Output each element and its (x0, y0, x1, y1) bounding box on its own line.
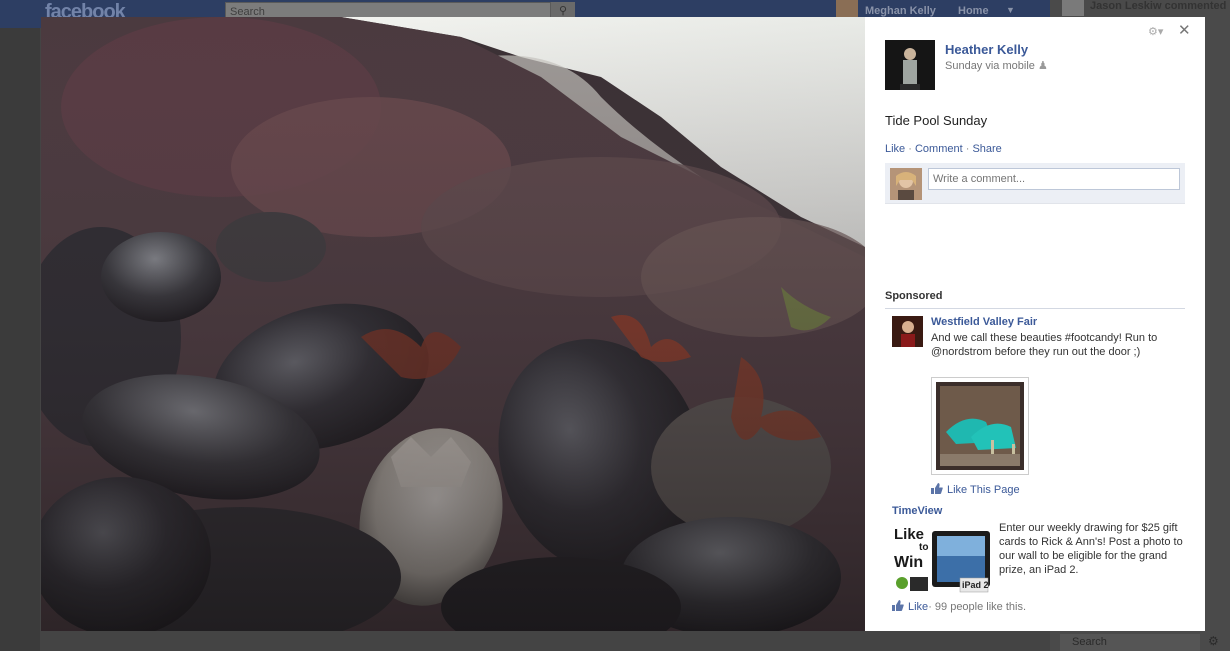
ad-like-row: Like· 99 people like this. (892, 600, 1026, 613)
close-icon[interactable]: ✕ (1178, 21, 1191, 39)
account-menu-icon[interactable]: ▼ (1006, 5, 1015, 15)
action-separator: · (905, 143, 915, 155)
post-time: Sunday via mobile (945, 60, 1035, 72)
ipad-badge: iPad 2 (962, 580, 989, 590)
ad-like-link[interactable]: Like (908, 601, 928, 613)
ad-thumbnail-image (892, 316, 923, 347)
ad-image[interactable]: iPad 2 Like to Win (892, 523, 991, 595)
thumbs-up-icon (892, 600, 904, 611)
ad-image-text: to (919, 542, 928, 553)
owner-name-link[interactable]: Heather Kelly (945, 42, 1028, 57)
shoes-image (936, 382, 1024, 470)
chat-search-input[interactable]: Search (1060, 634, 1200, 651)
ad-title-link[interactable]: Westfield Valley Fair (931, 316, 1037, 328)
photo[interactable] (41, 17, 865, 631)
like-page-link[interactable]: Like This Page (931, 483, 1020, 496)
like-page-label: Like This Page (947, 484, 1020, 496)
ad-title-link[interactable]: TimeView (892, 505, 942, 517)
ad-body: And we call these beauties #footcandy! R… (931, 332, 1158, 358)
comment-box (885, 163, 1185, 204)
ad-image[interactable] (931, 377, 1029, 475)
photo-actions: Like · Comment · Share (885, 143, 1002, 155)
chat-gear-icon[interactable]: ⚙ (1208, 634, 1219, 648)
sponsored-heading: Sponsored (885, 290, 943, 302)
owner-avatar-image (885, 40, 935, 90)
friends-icon: ♟ (1037, 60, 1048, 72)
post-meta: Sunday via mobile ♟ (945, 59, 1048, 72)
ad-image-text: Win (894, 554, 923, 571)
photo-viewer: ⚙▾ ✕ Heather Kelly Sunday via mobile ♟ T… (41, 17, 1205, 631)
ad-body: Enter our weekly drawing for $25 gift ca… (999, 522, 1183, 576)
ad-like-count: · 99 people like this. (928, 601, 1027, 613)
ipad-contest-image: iPad 2 Like to Win (892, 523, 991, 595)
comment-link[interactable]: Comment (915, 143, 963, 155)
ad-image-text: Like (894, 526, 924, 543)
like-link[interactable]: Like (885, 143, 905, 155)
photo-caption: Tide Pool Sunday (885, 113, 988, 128)
share-link[interactable]: Share (972, 143, 1001, 155)
commenter-avatar-image (890, 168, 922, 200)
photo-side-panel: ⚙▾ ✕ Heather Kelly Sunday via mobile ♟ T… (865, 17, 1205, 631)
owner-avatar[interactable] (885, 40, 935, 90)
ad-thumbnail[interactable] (892, 316, 923, 347)
user-name-link[interactable]: Meghan Kelly (865, 5, 936, 17)
divider (885, 308, 1185, 309)
ticker-avatar (1062, 0, 1084, 16)
ticker-item[interactable]: Jason Leskiw commented (1090, 0, 1226, 12)
comment-input[interactable] (928, 168, 1180, 190)
commenter-avatar (890, 168, 922, 200)
options-gear-icon[interactable]: ⚙▾ (1148, 25, 1163, 38)
action-separator: · (962, 143, 973, 155)
tide-pool-photo (41, 17, 865, 631)
search-icon: ⚲ (558, 5, 568, 17)
home-link[interactable]: Home (958, 5, 989, 17)
thumbs-up-icon (931, 483, 943, 494)
